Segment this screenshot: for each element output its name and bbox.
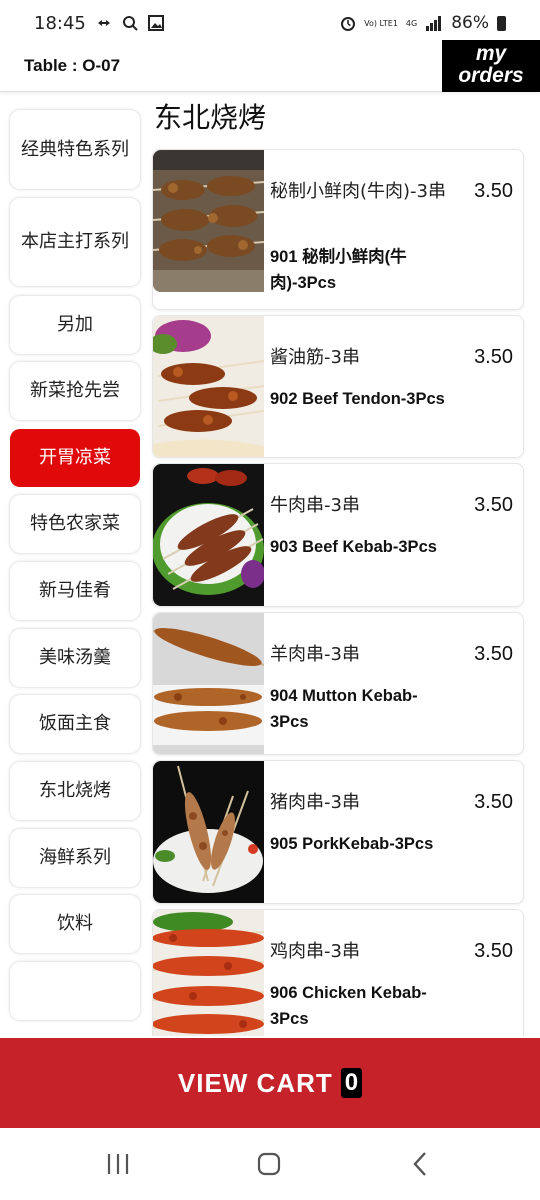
item-desc: 904 Mutton Kebab-3Pcs — [270, 687, 418, 731]
food-image — [153, 464, 264, 606]
network-label: Vo) LTE1 — [364, 18, 398, 28]
food-image — [153, 316, 264, 457]
category-item[interactable]: 海鲜系列 — [10, 829, 140, 887]
item-desc: 901 秘制小鲜肉(牛肉)-3Pcs — [270, 248, 407, 292]
view-cart-label: VIEW CART — [177, 1067, 333, 1098]
menu-item-card[interactable]: 牛肉串-3串 3.50 903 Beef Kebab-3Pcs — [152, 463, 524, 607]
battery-percent: 86% — [451, 13, 489, 33]
system-nav-bar — [0, 1128, 540, 1200]
item-name: 猪肉串-3串 — [270, 792, 360, 813]
category-item[interactable]: 东北烧烤 — [10, 762, 140, 820]
menu-item-card[interactable]: 鸡肉串-3串 3.50 906 Chicken Kebab-3Pcs — [152, 909, 524, 1036]
network-type: 4G — [405, 18, 418, 28]
category-item[interactable]: 经典特色系列 — [10, 110, 140, 189]
category-item[interactable]: 饮料 — [10, 895, 140, 953]
my-orders-button[interactable]: my orders — [442, 40, 540, 92]
item-name: 羊肉串-3串 — [270, 644, 360, 665]
category-item[interactable]: 新马佳肴 — [10, 562, 140, 620]
item-price: 3.50 — [474, 494, 513, 516]
item-price: 3.50 — [474, 346, 513, 368]
category-item-active[interactable]: 开胃凉菜 — [10, 429, 140, 487]
category-item[interactable]: 另加 — [10, 296, 140, 354]
category-item[interactable]: 本店主打系列 — [10, 198, 140, 286]
image-icon — [147, 15, 164, 31]
item-price: 3.50 — [474, 180, 513, 202]
view-cart-button[interactable]: VIEW CART 0 — [0, 1038, 540, 1128]
food-image — [153, 761, 264, 903]
home-icon[interactable] — [249, 1148, 289, 1180]
category-item[interactable]: 特色农家菜 — [10, 495, 140, 553]
table-label: Table : O-07 — [24, 56, 121, 75]
item-desc: 905 PorkKebab-3Pcs — [270, 835, 434, 853]
back-icon[interactable] — [401, 1148, 441, 1180]
item-name: 秘制小鲜肉(牛肉)-3串 — [270, 181, 446, 202]
food-image — [153, 613, 264, 754]
recent-apps-icon[interactable] — [98, 1148, 138, 1180]
item-price: 3.50 — [474, 643, 513, 665]
signal-icon — [426, 16, 442, 31]
item-desc: 906 Chicken Kebab-3Pcs — [270, 984, 427, 1028]
section-title: 东北烧烤 — [154, 101, 267, 134]
menu-list[interactable]: 东北烧烤 秘制小鲜肉(牛肉)-3串 3.50 901 秘制小鲜肉(牛肉)-3Pc… — [150, 92, 540, 1036]
item-price: 3.50 — [474, 791, 513, 813]
cart-count-badge: 0 — [340, 1068, 363, 1098]
my-orders-line1: my — [475, 42, 507, 65]
category-sidebar[interactable]: 经典特色系列 本店主打系列 另加 新菜抢先尝 开胃凉菜 特色农家菜 新马佳肴 美… — [0, 96, 150, 1036]
category-item[interactable]: 美味汤羹 — [10, 629, 140, 687]
status-time: 18:45 — [34, 12, 86, 34]
category-item[interactable]: 新菜抢先尝 — [10, 362, 140, 420]
category-item-partial[interactable] — [10, 962, 140, 1020]
item-price: 3.50 — [474, 940, 513, 962]
battery-icon — [497, 15, 506, 31]
item-desc: 902 Beef Tendon-3Pcs — [270, 390, 445, 408]
item-name: 酱油筋-3串 — [270, 347, 360, 368]
menu-item-card[interactable]: 猪肉串-3串 3.50 905 PorkKebab-3Pcs — [152, 760, 524, 904]
menu-item-card[interactable]: 秘制小鲜肉(牛肉)-3串 3.50 901 秘制小鲜肉(牛肉)-3Pcs — [152, 149, 524, 310]
my-orders-line2: orders — [458, 64, 524, 87]
item-name: 鸡肉串-3串 — [270, 941, 360, 962]
link-icon — [97, 20, 110, 26]
search-icon — [122, 16, 138, 31]
food-image — [153, 150, 264, 292]
category-item[interactable]: 饭面主食 — [10, 695, 140, 753]
item-name: 牛肉串-3串 — [270, 495, 360, 516]
menu-item-card[interactable]: 羊肉串-3串 3.50 904 Mutton Kebab-3Pcs — [152, 612, 524, 755]
item-desc: 903 Beef Kebab-3Pcs — [270, 538, 437, 556]
menu-item-card[interactable]: 酱油筋-3串 3.50 902 Beef Tendon-3Pcs — [152, 315, 524, 458]
food-image — [153, 910, 264, 1036]
alarm-icon — [341, 17, 356, 31]
app-header: Table : O-07 my orders — [0, 40, 540, 92]
